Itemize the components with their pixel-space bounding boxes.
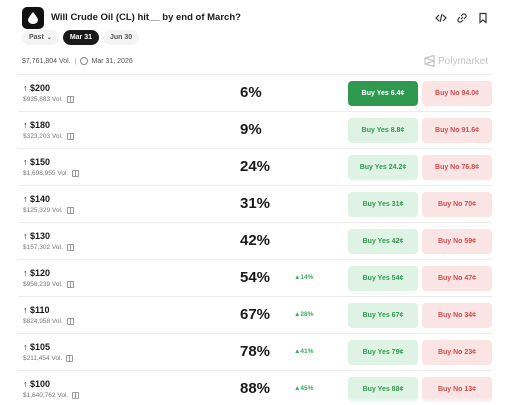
gift-icon xyxy=(72,170,80,177)
volume-text: $157,302 Vol. xyxy=(23,244,63,251)
tab-label: Mar 31 xyxy=(69,34,93,41)
gift-icon xyxy=(66,355,74,362)
change-badge: ▲14% xyxy=(294,274,314,281)
bookmark-icon[interactable] xyxy=(477,11,489,24)
buy-yes-button[interactable]: Buy Yes 67¢ xyxy=(348,303,418,328)
strike-price: ↑ $180 xyxy=(23,120,51,130)
buy-yes-button[interactable]: Buy Yes 8.8¢ xyxy=(348,118,418,143)
market-title: Will Crude Oil (CL) hit__ by end of Marc… xyxy=(51,12,241,23)
buy-yes-button[interactable]: Buy Yes 79¢ xyxy=(348,340,418,365)
drop-icon xyxy=(22,7,44,29)
strike-price: ↑ $100 xyxy=(23,379,51,389)
market-volume: $824,958 Vol. xyxy=(23,318,74,325)
tab-label: Jun 30 xyxy=(110,34,133,41)
code-icon[interactable] xyxy=(435,11,447,23)
gift-icon xyxy=(66,133,74,140)
strike-price: ↑ $140 xyxy=(23,194,51,204)
tab-past[interactable]: Past ⌄ xyxy=(22,30,59,45)
tab-mar-31[interactable]: Mar 31 xyxy=(62,30,100,45)
market-row[interactable]: ↑ $110 $824,958 Vol. 67% ▲28% Buy Yes 67¢ Buy… xyxy=(18,296,492,333)
gift-icon xyxy=(66,244,74,251)
buy-yes-button[interactable]: Buy Yes 42¢ xyxy=(348,229,418,254)
change-badge: ▲41% xyxy=(294,348,314,355)
probability: 9% xyxy=(240,121,262,138)
gift-icon xyxy=(66,96,74,103)
chevron-down-icon: ⌄ xyxy=(46,35,52,41)
market-row[interactable]: ↑ $140 $125,329 Vol. 31% Buy Yes 31¢ Buy No … xyxy=(18,185,492,222)
volume-text: $125,329 Vol. xyxy=(23,207,63,214)
probability: 78% xyxy=(240,343,271,360)
tab-jun-30[interactable]: Jun 30 xyxy=(103,30,140,45)
end-date: Mar 31, 2026 xyxy=(91,57,133,65)
probability: 54% xyxy=(240,269,271,286)
market-volume: $157,302 Vol. xyxy=(23,244,74,251)
link-icon[interactable] xyxy=(456,11,468,23)
clock-icon xyxy=(80,57,89,65)
market-row[interactable]: ↑ $120 $958,239 Vol. 54% ▲14% Buy Yes 54¢ Buy… xyxy=(18,259,492,296)
buy-no-button[interactable]: Buy No 23¢ xyxy=(422,340,492,365)
buy-no-button[interactable]: Buy No 47¢ xyxy=(422,266,492,291)
market-row[interactable]: ↑ $180 $323,203 Vol. 9% Buy Yes 8.8¢ Buy No … xyxy=(18,111,492,148)
buy-yes-button[interactable]: Buy Yes 31¢ xyxy=(348,192,418,217)
buy-yes-button[interactable]: Buy Yes 54¢ xyxy=(348,266,418,291)
buy-yes-button[interactable]: Buy Yes 24.2¢ xyxy=(348,155,418,180)
meta-separator: | xyxy=(74,57,77,65)
market-volume: $211,454 Vol. xyxy=(23,355,74,362)
buy-no-button[interactable]: Buy No 94.0¢ xyxy=(422,81,492,106)
probability: 24% xyxy=(240,158,271,175)
probability: 88% xyxy=(240,380,271,397)
volume-text: $824,958 Vol. xyxy=(23,318,63,325)
probability: 6% xyxy=(240,84,262,101)
buy-no-button[interactable]: Buy No 76.8¢ xyxy=(422,155,492,180)
strike-price: ↑ $110 xyxy=(23,305,50,315)
market-row[interactable]: ↑ $130 $157,302 Vol. 42% Buy Yes 42¢ Buy No … xyxy=(18,222,492,259)
bottom-fade xyxy=(0,397,514,405)
probability: 67% xyxy=(240,306,271,323)
market-volume: $323,203 Vol. xyxy=(23,133,74,140)
gift-icon xyxy=(66,318,74,325)
strike-price: ↑ $120 xyxy=(23,268,51,278)
probability: 42% xyxy=(240,232,271,249)
buy-no-button[interactable]: Buy No 34¢ xyxy=(422,303,492,328)
volume-text: $958,239 Vol. xyxy=(23,281,63,288)
strike-price: ↑ $150 xyxy=(23,157,51,167)
strike-price: ↑ $200 xyxy=(23,83,51,93)
market-row[interactable]: ↑ $105 $211,454 Vol. 78% ▲41% Buy Yes 79¢ Buy… xyxy=(18,333,492,370)
buy-no-button[interactable]: Buy No 59¢ xyxy=(422,229,492,254)
market-header: Will Crude Oil (CL) hit__ by end of Marc… xyxy=(0,0,514,34)
strike-price: ↑ $105 xyxy=(23,342,51,352)
market-volume: $125,329 Vol. xyxy=(23,207,74,214)
market-volume: $958,239 Vol. xyxy=(23,281,74,288)
buy-no-button[interactable]: Buy No 70¢ xyxy=(422,192,492,217)
date-tabs: Past ⌄ Mar 31 Jun 30 xyxy=(22,30,140,46)
buy-no-button[interactable]: Buy No 91.6¢ xyxy=(422,118,492,143)
market-row[interactable]: ↑ $150 $1,698,955 Vol. 24% Buy Yes 24.2¢ Buy… xyxy=(18,148,492,185)
market-row[interactable]: ↑ $200 $935,883 Vol. 6% Buy Yes 6.4¢ Buy No … xyxy=(18,74,492,111)
volume-text: $935,883 Vol. xyxy=(23,96,63,103)
polymarket-icon xyxy=(424,55,435,67)
tab-label: Past xyxy=(29,34,44,41)
volume-text: $323,203 Vol. xyxy=(23,133,63,140)
strike-price: ↑ $130 xyxy=(23,231,51,241)
change-badge: ▲45% xyxy=(294,385,314,392)
total-volume: $7,761,804 Vol. xyxy=(22,57,71,65)
volume-text: $211,454 Vol. xyxy=(23,355,63,362)
gift-icon xyxy=(66,281,74,288)
probability: 31% xyxy=(240,195,271,212)
market-volume: $935,883 Vol. xyxy=(23,96,74,103)
market-volume: $1,698,955 Vol. xyxy=(23,170,80,177)
brand-name: Polymarket xyxy=(438,55,489,67)
buy-yes-button[interactable]: Buy Yes 6.4¢ xyxy=(348,81,418,106)
gift-icon xyxy=(66,207,74,214)
market-meta: $7,761,804 Vol. | Mar 31, 2026 xyxy=(22,57,133,65)
volume-text: $1,698,955 Vol. xyxy=(23,170,69,177)
change-badge: ▲28% xyxy=(294,311,314,318)
brand-logo: Polymarket xyxy=(424,55,488,67)
